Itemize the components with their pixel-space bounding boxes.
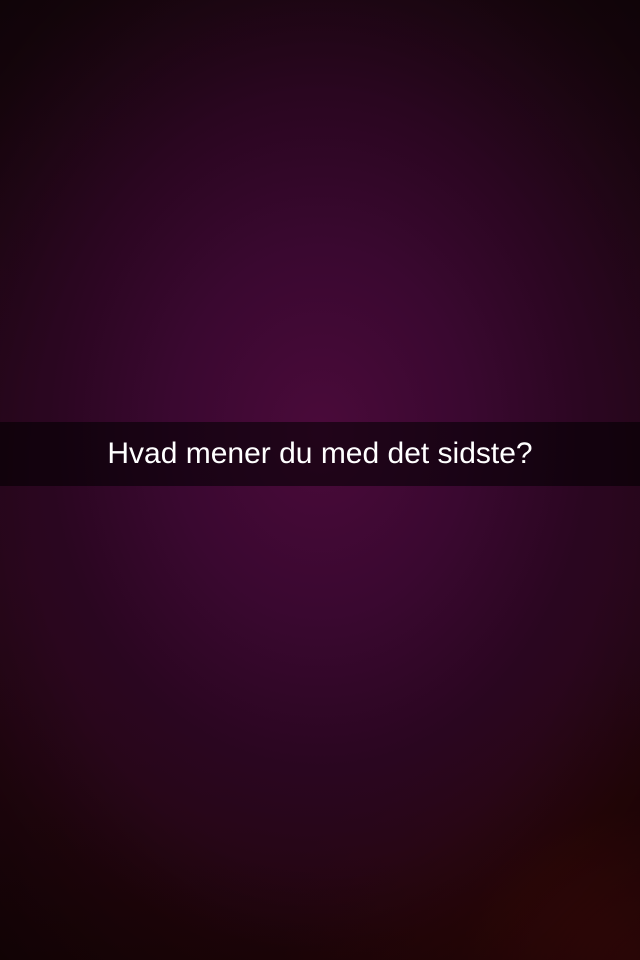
caption-bar: Hvad mener du med det sidste? [0, 422, 640, 486]
snap-photo[interactable]: Hvad mener du med det sidste? [0, 0, 640, 960]
caption-text: Hvad mener du med det sidste? [107, 437, 533, 470]
